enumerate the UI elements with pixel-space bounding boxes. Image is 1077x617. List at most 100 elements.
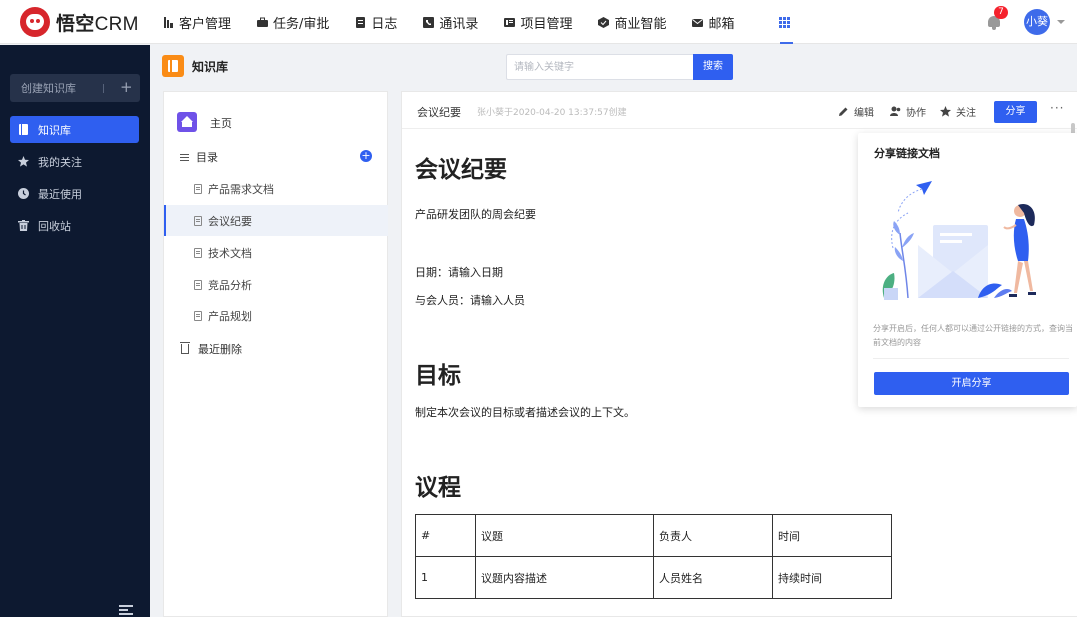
tree-doc-item[interactable]: 产品规划 bbox=[164, 300, 388, 331]
collaborate-button[interactable]: 协作 bbox=[890, 104, 926, 119]
share-popover-description: 分享开启后，任何人都可以通过公开链接的方式，查询当前文档的内容 bbox=[873, 324, 1073, 347]
tree-doc-label: 竞品分析 bbox=[208, 278, 252, 292]
nav-contacts[interactable]: 通讯录 bbox=[410, 0, 491, 44]
document-meta: 张小葵于2020-04-20 13:37:57创建 bbox=[477, 108, 627, 118]
nav-task-label: 任务/审批 bbox=[273, 16, 330, 32]
sidebar-item-label: 回收站 bbox=[38, 219, 71, 233]
star-icon bbox=[940, 106, 951, 117]
table-cell: 持续时间 bbox=[772, 556, 892, 599]
enable-share-button[interactable]: 开启分享 bbox=[874, 372, 1069, 395]
nav-project-label: 项目管理 bbox=[520, 16, 573, 32]
list-icon bbox=[180, 154, 189, 161]
nav-customer[interactable]: 客户管理 bbox=[150, 0, 244, 44]
tree-home-link[interactable]: 主页 bbox=[210, 115, 232, 131]
document-attendees-line: 与会人员：请输入人员 bbox=[415, 294, 525, 307]
table-header-cell: 议题 bbox=[475, 514, 654, 557]
collapse-sidebar-icon[interactable] bbox=[119, 605, 133, 615]
sidebar-item-recent[interactable]: 最近使用 bbox=[10, 180, 139, 207]
table-header-cell: 时间 bbox=[772, 514, 892, 557]
apps-grid-icon[interactable] bbox=[779, 0, 795, 44]
book-icon bbox=[19, 124, 28, 135]
more-icon[interactable]: ··· bbox=[1050, 101, 1064, 115]
agenda-heading: 议程 bbox=[415, 475, 461, 501]
document-icon bbox=[194, 311, 202, 321]
tree-doc-label: 会议纪要 bbox=[208, 214, 252, 228]
edit-label: 编辑 bbox=[854, 108, 874, 119]
tree-doc-label: 产品规划 bbox=[208, 309, 252, 323]
document-toolbar: 会议纪要 张小葵于2020-04-20 13:37:57创建 编辑 协作 关注 … bbox=[402, 92, 1077, 129]
table-cell: 1 bbox=[415, 556, 476, 599]
clock-icon bbox=[18, 188, 29, 199]
sidebar-item-label: 最近使用 bbox=[38, 187, 82, 201]
nav-mail[interactable]: 邮箱 bbox=[679, 0, 747, 44]
follow-button[interactable]: 关注 bbox=[940, 104, 976, 119]
directory-tree: 主页 目录 + 产品需求文档 会议纪要 技术文档 竞品分析 产品规划 最近删除 bbox=[163, 91, 388, 617]
tree-doc-label: 产品需求文档 bbox=[208, 182, 274, 196]
document-icon bbox=[194, 184, 202, 194]
document-icon bbox=[194, 248, 202, 258]
pencil-icon bbox=[839, 107, 848, 116]
tree-doc-item[interactable]: 产品需求文档 bbox=[164, 173, 388, 204]
monkey-logo-icon bbox=[20, 7, 50, 37]
sidebar-item-knowledge-base[interactable]: 知识库 bbox=[10, 116, 139, 143]
add-doc-button[interactable]: + bbox=[360, 150, 372, 162]
trash-icon bbox=[180, 342, 190, 354]
search-input[interactable] bbox=[506, 54, 693, 80]
tree-doc-item[interactable]: 会议纪要 bbox=[164, 205, 388, 236]
briefcase-icon bbox=[257, 17, 269, 27]
share-popover-title: 分享链接文档 bbox=[874, 147, 940, 160]
document-icon bbox=[194, 280, 202, 290]
tree-doc-item[interactable]: 技术文档 bbox=[164, 237, 388, 268]
app-logo[interactable]: 悟空CRM bbox=[20, 7, 139, 37]
create-knowledge-base-button[interactable]: 创建知识库 + bbox=[10, 74, 140, 102]
home-icon[interactable] bbox=[177, 112, 197, 132]
nav-log[interactable]: 日志 bbox=[342, 0, 410, 44]
follow-label: 关注 bbox=[956, 108, 976, 119]
document-intro: 产品研发团队的周会纪要 bbox=[415, 208, 536, 221]
logo-text: 悟空CRM bbox=[56, 9, 139, 36]
table-cell: 人员姓名 bbox=[653, 556, 773, 599]
page-title: 知识库 bbox=[192, 60, 229, 74]
sidebar-item-trash[interactable]: 回收站 bbox=[10, 212, 139, 239]
nav-customer-label: 客户管理 bbox=[179, 16, 232, 32]
bi-icon bbox=[598, 16, 610, 28]
goal-text: 制定本次会议的目标或者描述会议的上下文。 bbox=[415, 406, 635, 419]
collaborate-label: 协作 bbox=[906, 108, 926, 119]
notification-badge: 7 bbox=[994, 6, 1008, 19]
document-date-line: 日期：请输入日期 bbox=[415, 266, 503, 279]
users-icon bbox=[890, 106, 901, 116]
table-row: 1 议题内容描述 人员姓名 持续时间 bbox=[415, 556, 892, 599]
customer-icon bbox=[164, 16, 173, 28]
project-icon bbox=[504, 17, 516, 27]
nav-bi-label: 商业智能 bbox=[614, 16, 667, 32]
top-navbar: 悟空CRM 客户管理 任务/审批 日志 通讯录 项目管理 商业智能 邮箱 7 小… bbox=[0, 0, 1077, 44]
table-header-cell: # bbox=[415, 514, 476, 557]
share-popover: 分享链接文档 分享开启后，任何人都可以通过公开链接的方式，查询当前文档的内容 开… bbox=[858, 133, 1077, 407]
share-illustration bbox=[882, 181, 1036, 300]
document-heading: 会议纪要 bbox=[415, 157, 507, 183]
document-icon bbox=[194, 216, 202, 226]
nav-task[interactable]: 任务/审批 bbox=[244, 0, 342, 44]
sidebar-item-following[interactable]: 我的关注 bbox=[10, 148, 139, 175]
tree-directory-label[interactable]: 目录 bbox=[196, 149, 218, 165]
sidebar-item-label: 知识库 bbox=[38, 123, 71, 137]
chevron-down-icon[interactable] bbox=[1057, 20, 1065, 24]
table-header-row: # 议题 负责人 时间 bbox=[415, 514, 892, 557]
agenda-table: # 议题 负责人 时间 1 议题内容描述 人员姓名 持续时间 bbox=[415, 514, 892, 599]
tree-doc-label: 技术文档 bbox=[208, 246, 252, 260]
search-button[interactable]: 搜索 bbox=[693, 54, 733, 80]
tree-recently-deleted[interactable]: 最近删除 bbox=[198, 341, 242, 357]
nav-bi[interactable]: 商业智能 bbox=[585, 0, 679, 44]
log-icon bbox=[356, 16, 366, 28]
nav-project[interactable]: 项目管理 bbox=[491, 0, 585, 44]
main-nav: 客户管理 任务/审批 日志 通讯录 项目管理 商业智能 邮箱 bbox=[150, 0, 747, 44]
nav-mail-label: 邮箱 bbox=[708, 16, 735, 32]
edit-button[interactable]: 编辑 bbox=[838, 104, 874, 119]
divider bbox=[103, 84, 104, 93]
knowledge-base-icon bbox=[162, 55, 184, 77]
share-button[interactable]: 分享 bbox=[994, 101, 1037, 123]
nav-contacts-label: 通讯录 bbox=[439, 16, 479, 32]
plus-icon[interactable]: + bbox=[120, 79, 133, 96]
tree-doc-item[interactable]: 竞品分析 bbox=[164, 269, 388, 300]
user-avatar[interactable]: 小葵 bbox=[1024, 9, 1050, 35]
